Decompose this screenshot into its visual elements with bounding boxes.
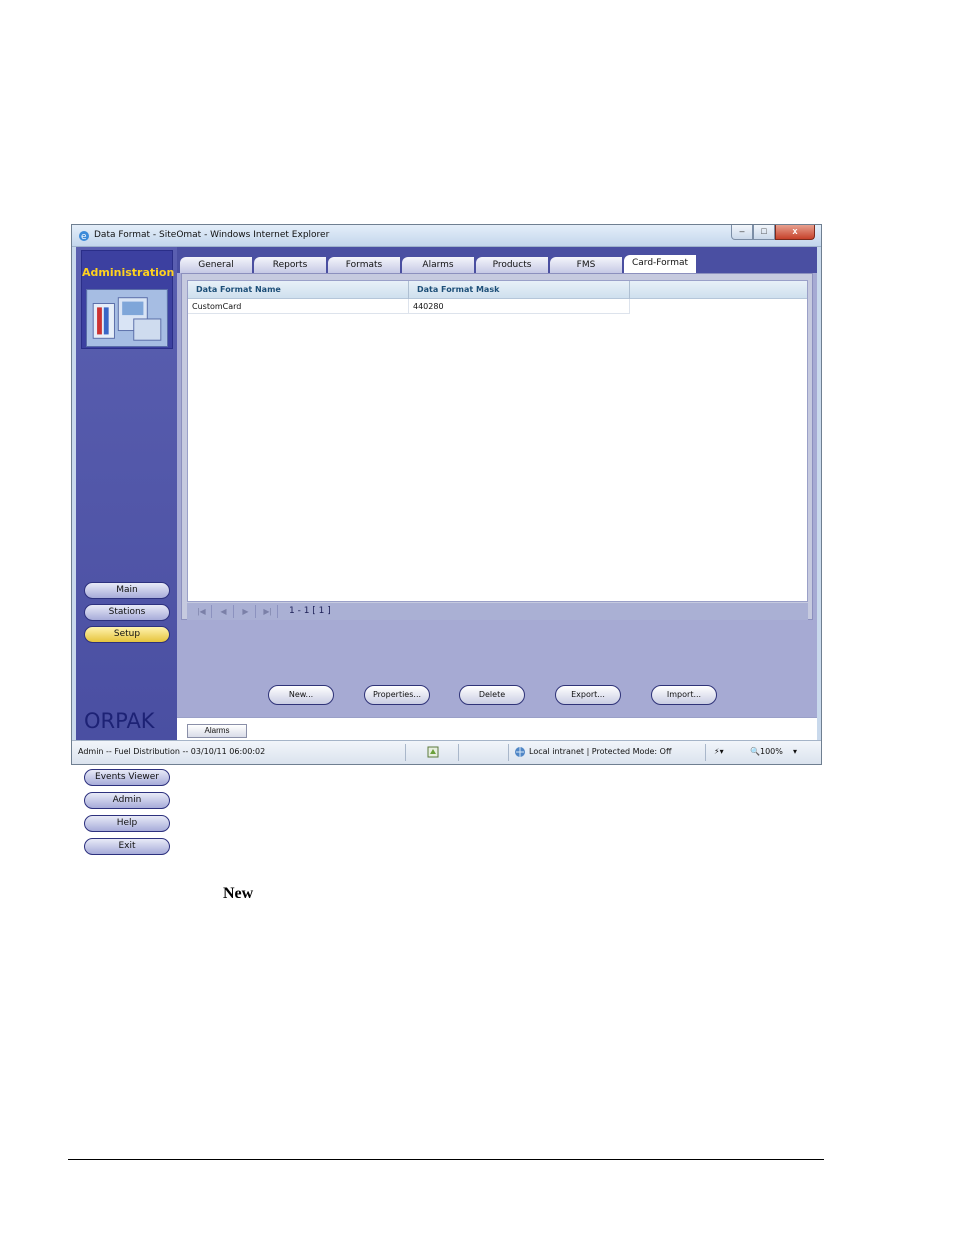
tab-formats[interactable]: Formats [327,256,409,274]
tab-alarms[interactable]: Alarms [401,256,483,274]
maximize-button[interactable]: □ [753,225,775,240]
status-separator [458,744,459,761]
main-content: General Reports Formats Alarms Products … [177,247,817,740]
status-separator [508,744,509,761]
internet-explorer-icon: e [79,231,89,242]
next-page-button[interactable]: ▶ [236,605,256,618]
nav-button-setup[interactable]: Setup [84,626,170,643]
alarm-bar: Alarms [177,717,817,740]
zoom-icon: 🔍 [750,747,760,756]
tab-general[interactable]: General [179,256,261,274]
status-text: Admin -- Fuel Distribution -- 03/10/11 0… [78,747,266,756]
minimize-button[interactable]: – [731,225,753,240]
data-format-grid: Data Format Name Data Format Mask Custom… [187,280,808,602]
browser-status-bar: Admin -- Fuel Distribution -- 03/10/11 0… [72,740,821,764]
nav-button-help[interactable]: Help [84,815,170,832]
window-controls: – □ x [731,225,815,240]
column-header-data-format-name[interactable]: Data Format Name [188,281,409,299]
nav-button-exit[interactable]: Exit [84,838,170,855]
orpak-logo: ORPAK [84,709,155,733]
tab-products[interactable]: Products [475,256,557,274]
close-button[interactable]: x [775,225,815,240]
page-status-icon [427,746,439,758]
window-title: Data Format - SiteOmat - Windows Interne… [94,230,330,240]
import-button[interactable]: Import... [651,685,717,705]
first-page-button[interactable]: |◀ [192,605,212,618]
app-client-area: Administration Main Stations Setup Event… [76,247,817,855]
sidebar: Administration Main Stations Setup Event… [76,247,177,855]
browser-window: e Data Format - SiteOmat - Windows Inter… [71,224,822,855]
status-separator [405,744,406,761]
tab-reports[interactable]: Reports [253,256,335,274]
delete-button[interactable]: Delete [459,685,525,705]
grid-header: Data Format Name Data Format Mask [188,281,807,299]
globe-icon [515,747,525,757]
nav-button-admin[interactable]: Admin [84,792,170,809]
tab-card-format[interactable]: Card-Format [623,254,705,273]
nav-button-main[interactable]: Main [84,582,170,599]
footer-rule [68,1159,824,1160]
column-header-data-format-mask[interactable]: Data Format Mask [409,281,630,299]
cell-data-format-mask[interactable]: 440280 [409,299,630,314]
status-separator [705,744,706,761]
tab-fms[interactable]: FMS [549,256,631,274]
nav-button-events-viewer[interactable]: Events Viewer [84,769,170,786]
svg-text:e: e [81,232,87,242]
document-new-label: New [223,885,254,902]
admin-header-panel: Administration [81,250,175,349]
card-format-panel: Data Format Name Data Format Mask Custom… [181,273,813,620]
new-button[interactable]: New... [268,685,334,705]
administration-graphic-icon [86,289,168,347]
page-info: 1 - 1 [ 1 ] [289,606,331,616]
previous-page-button[interactable]: ◀ [214,605,234,618]
alarms-button[interactable]: Alarms [187,724,247,738]
grid-pager: |◀ ◀ ▶ ▶| 1 - 1 [ 1 ] [187,603,808,620]
sidebar-header: Administration [82,266,175,279]
nav-button-stations[interactable]: Stations [84,604,170,621]
title-bar: e Data Format - SiteOmat - Windows Inter… [72,225,821,247]
zoom-level[interactable]: 100% [760,747,783,756]
cell-data-format-name[interactable]: CustomCard [188,299,409,314]
export-button[interactable]: Export... [555,685,621,705]
properties-button[interactable]: Properties... [364,685,430,705]
zoom-dropdown-icon[interactable]: ▾ [793,747,797,756]
security-zone-text[interactable]: Local intranet | Protected Mode: Off [529,747,671,756]
tab-strip: General Reports Formats Alarms Products … [177,247,817,274]
protected-mode-icon[interactable]: ⚡▾ [714,747,724,756]
last-page-button[interactable]: ▶| [258,605,278,618]
